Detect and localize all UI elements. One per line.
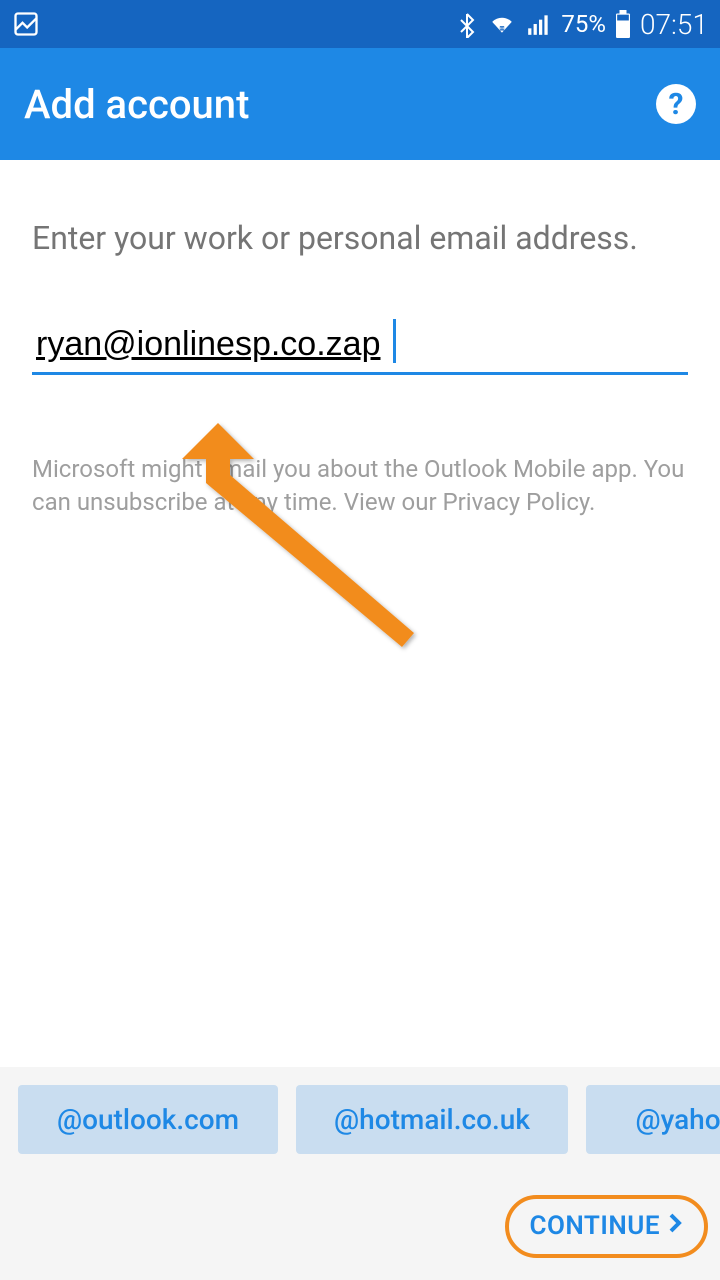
help-button[interactable]: ?: [656, 84, 696, 124]
image-icon: [12, 10, 40, 38]
battery-icon: [614, 10, 632, 38]
chevron-right-icon: [668, 1211, 684, 1242]
bluetooth-icon: [455, 10, 479, 38]
clock-time: 07:51: [640, 8, 708, 41]
suggestion-hotmail[interactable]: @hotmail.co.uk: [296, 1085, 568, 1154]
suggestion-yahoo[interactable]: @yahoo: [586, 1085, 720, 1154]
disclaimer-text: Microsoft might email you about the Outl…: [32, 453, 688, 520]
email-input-container: [32, 317, 688, 375]
continue-button[interactable]: CONTINUE: [505, 1195, 708, 1258]
domain-suggestions: @outlook.com @hotmail.co.uk @yahoo: [0, 1067, 720, 1172]
bottom-bar: CONTINUE: [0, 1172, 720, 1280]
page-title: Add account: [24, 81, 249, 128]
battery-percent: 75%: [561, 10, 606, 38]
text-cursor: [393, 319, 396, 363]
continue-label: CONTINUE: [529, 1211, 660, 1241]
signal-icon: [525, 11, 553, 37]
prompt-label: Enter your work or personal email addres…: [32, 216, 688, 261]
wifi-icon: [487, 11, 517, 37]
suggestion-outlook[interactable]: @outlook.com: [18, 1085, 278, 1154]
main-content: Enter your work or personal email addres…: [0, 160, 720, 552]
app-bar: Add account ?: [0, 48, 720, 160]
email-input[interactable]: [32, 317, 688, 375]
status-bar: 75% 07:51: [0, 0, 720, 48]
